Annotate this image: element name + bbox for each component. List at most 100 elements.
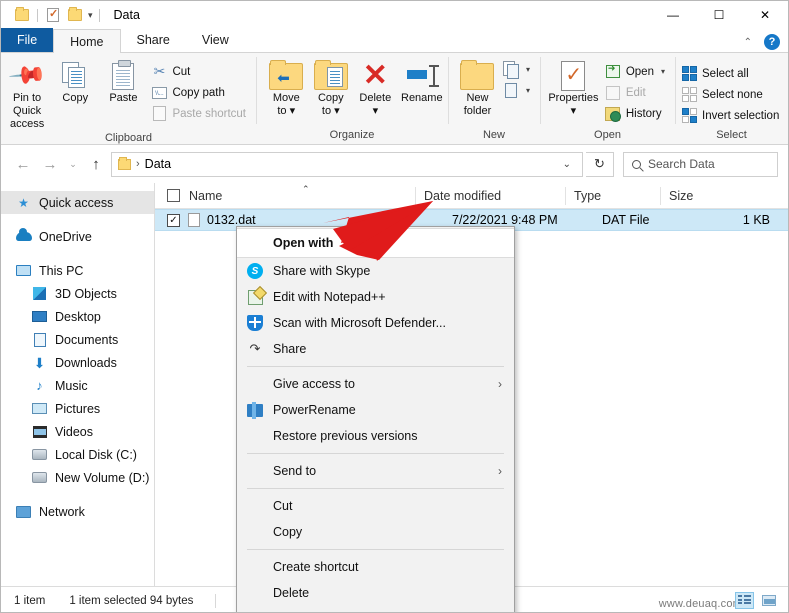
navigation-pane: ★ Quick access OneDrive This PC 3D Objec… — [1, 183, 155, 586]
paste-shortcut-button[interactable]: Paste shortcut — [149, 103, 250, 124]
paste-shortcut-icon — [151, 106, 167, 122]
select-all-button[interactable]: Select all — [679, 63, 783, 84]
delete-button[interactable]: ✕ Delete ▾ — [353, 56, 398, 118]
up-button[interactable]: ↑ — [84, 152, 108, 176]
menu-item-scan-with-defender[interactable]: Scan with Microsoft Defender... — [237, 310, 514, 336]
menu-item-give-access-to[interactable]: Give access to › — [237, 371, 514, 397]
chevron-down-icon[interactable]: ▾ — [86, 10, 95, 21]
folder-icon — [118, 156, 131, 170]
cloud-icon — [15, 228, 32, 241]
tab-home[interactable]: Home — [53, 29, 121, 53]
sidebar-item-local-disk-c[interactable]: Local Disk (C:) — [1, 443, 154, 466]
folder-icon[interactable] — [11, 4, 33, 26]
cut-button[interactable]: ✂ Cut — [149, 61, 250, 82]
search-box[interactable]: Search Data — [623, 151, 778, 177]
sidebar-item-label: Downloads — [55, 355, 117, 370]
help-icon[interactable]: ? — [764, 34, 780, 50]
column-header-size[interactable]: Size — [660, 183, 760, 209]
properties-icon[interactable] — [42, 4, 64, 26]
sidebar-item-desktop[interactable]: Desktop — [1, 305, 154, 328]
select-none-button[interactable]: Select none — [679, 84, 783, 105]
button-label: Move — [272, 92, 300, 104]
disk-icon — [31, 449, 48, 460]
search-icon — [632, 159, 641, 169]
sidebar-item-new-volume-d[interactable]: New Volume (D:) — [1, 466, 154, 489]
paste-button[interactable]: Paste — [99, 56, 147, 105]
sidebar-item-downloads[interactable]: ⬇ Downloads — [1, 351, 154, 374]
menu-item-powerrename[interactable]: PowerRename — [237, 397, 514, 423]
menu-divider — [247, 366, 504, 367]
refresh-button[interactable]: ↻ — [586, 151, 614, 177]
sidebar-item-documents[interactable]: Documents — [1, 328, 154, 351]
menu-item-share-with-skype[interactable]: S Share with Skype — [237, 258, 514, 284]
group-label-open: Open — [594, 129, 621, 141]
menu-item-copy[interactable]: Copy — [237, 519, 514, 545]
button-label: Cut — [172, 65, 191, 78]
menu-item-restore-previous-versions[interactable]: Restore previous versions — [237, 423, 514, 449]
move-to-button[interactable]: ⬅ Move to ▾ — [264, 56, 309, 118]
tab-file[interactable]: File — [1, 28, 54, 52]
forward-button[interactable]: → — [38, 152, 62, 176]
sidebar-item-quick-access[interactable]: ★ Quick access — [1, 191, 154, 214]
copy-path-button[interactable]: \\... Copy path — [149, 82, 250, 103]
rename-icon — [406, 60, 439, 92]
chevron-up-icon[interactable]: ⌃ — [744, 37, 752, 48]
copy-button[interactable]: Copy — [51, 56, 99, 105]
sidebar-item-onedrive[interactable]: OneDrive — [1, 225, 154, 248]
new-item-button[interactable]: ▾ — [501, 59, 534, 80]
sidebar-item-3d-objects[interactable]: 3D Objects — [1, 282, 154, 305]
sidebar-item-pictures[interactable]: Pictures — [1, 397, 154, 420]
cell-name: 0132.dat — [207, 213, 256, 227]
large-icons-view-button[interactable] — [759, 592, 778, 609]
minimize-button[interactable]: — — [650, 1, 696, 29]
menu-item-send-to[interactable]: Send to › — [237, 458, 514, 484]
sidebar-item-music[interactable]: ♪ Music — [1, 374, 154, 397]
rename-button[interactable]: Rename — [398, 56, 446, 105]
menu-item-share[interactable]: ↷ Share — [237, 336, 514, 362]
history-button[interactable]: History — [603, 103, 669, 124]
column-header-type[interactable]: Type — [565, 183, 660, 209]
properties-icon — [561, 60, 586, 92]
sidebar-item-this-pc[interactable]: This PC — [1, 259, 154, 282]
sidebar-item-label: Quick access — [39, 195, 114, 210]
pin-to-quick-access-button[interactable]: 📌 Pin to Quick access — [3, 55, 51, 132]
easy-access-button[interactable]: ▾ — [501, 80, 534, 101]
easy-access-icon — [503, 82, 519, 99]
copy-to-button[interactable]: Copy to ▾ — [309, 56, 354, 118]
menu-item-edit-with-notepadpp[interactable]: Edit with Notepad++ — [237, 284, 514, 310]
button-label: Select none — [702, 88, 763, 101]
tab-view[interactable]: View — [186, 28, 245, 52]
properties-button[interactable]: Properties ▾ — [546, 56, 601, 118]
menu-item-open-with[interactable]: Open with — [237, 228, 514, 258]
invert-selection-button[interactable]: Invert selection — [679, 105, 783, 126]
column-header-name[interactable]: Name ⌃ — [155, 183, 415, 209]
3d-objects-icon — [31, 287, 48, 300]
sidebar-item-videos[interactable]: Videos — [1, 420, 154, 443]
column-header-date-modified[interactable]: Date modified — [415, 183, 565, 209]
menu-item-rename[interactable]: Rename — [237, 606, 514, 612]
chevron-down-icon[interactable]: ⌄ — [554, 159, 580, 170]
back-button[interactable]: ← — [11, 152, 35, 176]
close-button[interactable]: ✕ — [742, 1, 788, 29]
menu-item-create-shortcut[interactable]: Create shortcut — [237, 554, 514, 580]
breadcrumb[interactable]: Data — [145, 157, 171, 171]
maximize-button[interactable]: ☐ — [696, 1, 742, 29]
move-to-icon: ⬅ — [269, 59, 304, 92]
row-checkbox[interactable]: ✓ — [167, 213, 180, 227]
sidebar-item-label: New Volume (D:) — [55, 470, 150, 485]
button-label: Copy — [62, 92, 89, 104]
tab-share[interactable]: Share — [121, 28, 186, 52]
sidebar-item-network[interactable]: Network — [1, 500, 154, 523]
edit-button[interactable]: Edit — [603, 82, 669, 103]
menu-item-delete[interactable]: Delete — [237, 580, 514, 606]
select-all-checkbox[interactable] — [167, 189, 180, 202]
menu-item-cut[interactable]: Cut — [237, 493, 514, 519]
recent-locations-button[interactable]: ⌄ — [65, 152, 81, 176]
open-button[interactable]: Open ▾ — [603, 61, 669, 82]
new-folder-button[interactable]: New folder — [456, 56, 499, 118]
search-input[interactable]: Search Data — [648, 157, 715, 171]
address-path-box[interactable]: › Data ⌄ — [111, 151, 583, 177]
details-view-button[interactable] — [735, 592, 754, 609]
quick-access-toolbar: ▾ — [11, 4, 104, 26]
new-folder-icon[interactable] — [64, 4, 86, 26]
